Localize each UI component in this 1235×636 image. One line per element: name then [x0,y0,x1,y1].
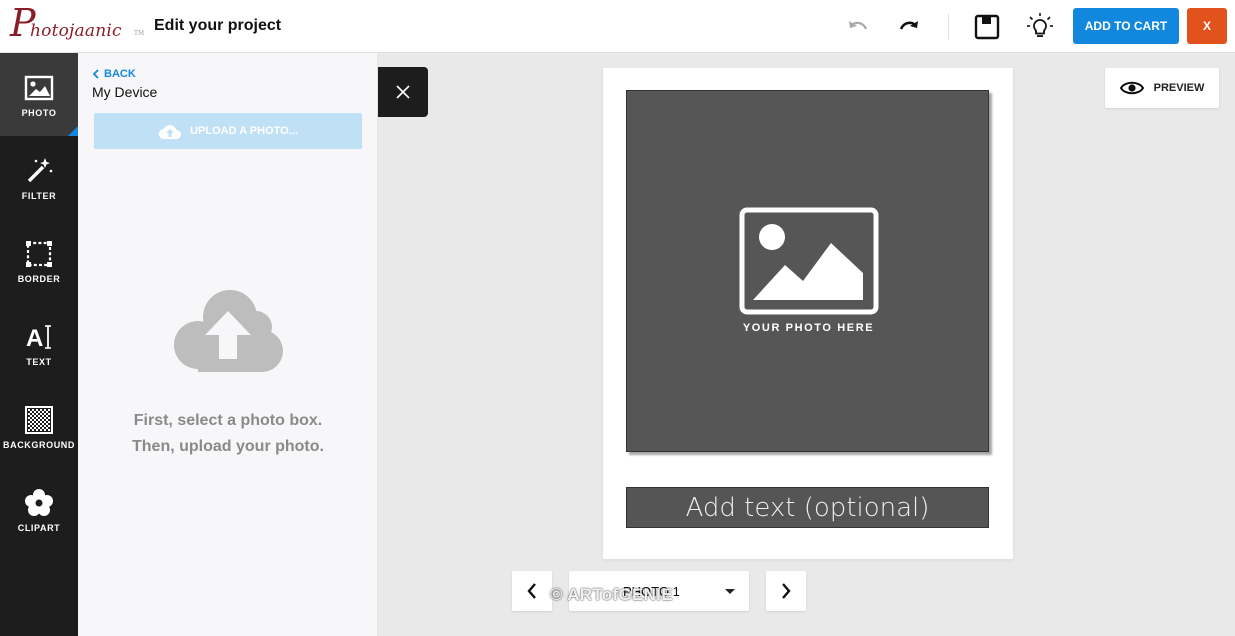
preview-button[interactable]: PREVIEW [1105,68,1219,108]
upload-photo-button[interactable]: UPLOAD A PHOTO... [94,113,362,149]
prev-page-button[interactable] [512,571,552,611]
rail-item-text[interactable]: A TEXT [0,302,78,385]
toolbar-divider [948,14,949,40]
tool-rail: PHOTO FILTER BORDER A TEXT BACKGROUND CL… [0,53,78,636]
flower-icon [22,487,56,519]
next-page-button[interactable] [766,571,806,611]
back-label: BACK [104,68,136,80]
image-placeholder-icon [739,207,879,315]
rail-label-border: BORDER [17,273,61,284]
chevron-left-icon [527,583,536,599]
text-placeholder: Add text (optional) [685,492,930,523]
rail-item-background[interactable]: BACKGROUND [0,385,78,468]
cloud-upload-icon [158,125,182,140]
save-icon[interactable] [972,12,1002,42]
chevron-right-icon [782,583,791,599]
photo-placeholder-label: YOUR PHOTO HERE [742,322,875,334]
back-link[interactable]: BACK [92,68,136,80]
logo-text: hotojaanic [30,21,122,41]
upload-label: UPLOAD A PHOTO... [190,125,298,137]
rail-label-clipart: CLIPART [17,522,61,533]
background-icon [22,404,56,436]
lightbulb-icon[interactable] [1025,12,1055,42]
eye-icon [1119,81,1144,95]
rail-item-border[interactable]: BORDER [0,219,78,302]
rail-label-background: BACKGROUND [3,439,75,450]
rail-label-filter: FILTER [21,190,57,201]
magic-wand-icon [22,155,56,187]
add-to-cart-button[interactable]: ADD TO CART [1073,8,1179,44]
panel-title: My Device [92,84,158,100]
photo-panel: BACK My Device UPLOAD A PHOTO... First, … [78,53,378,636]
text-box[interactable]: Add text (optional) [626,487,989,528]
undo-icon[interactable] [843,12,873,42]
photo-box[interactable]: YOUR PHOTO HERE [626,90,989,452]
collapse-panel-button[interactable] [378,67,428,117]
top-bar: P hotojaanic TM Edit your project ADD TO… [0,0,1235,53]
svg-text:A: A [26,325,43,352]
chevron-left-icon [92,69,99,79]
print-card: YOUR PHOTO HERE Add text (optional) [603,68,1013,559]
text-icon: A [22,321,56,353]
chevron-down-icon [725,589,735,594]
rail-item-filter[interactable]: FILTER [0,136,78,219]
redo-icon[interactable] [894,12,924,42]
rail-label-text: TEXT [26,356,52,367]
rail-item-clipart[interactable]: CLIPART [0,468,78,551]
preview-label: PREVIEW [1153,82,1205,94]
photo-icon [22,72,56,104]
cloud-upload-icon [174,290,283,372]
border-icon [22,238,56,270]
active-indicator [68,126,78,136]
instruction-line-2: Then, upload your photo. [132,438,324,455]
close-editor-button[interactable]: X [1187,8,1227,44]
close-icon [396,85,410,99]
rail-item-photo[interactable]: PHOTO [0,53,78,136]
watermark: © ARTofGENIE [550,585,673,604]
instruction-line-1: First, select a photo box. [133,412,323,429]
page-title: Edit your project [154,17,282,34]
rail-label-photo: PHOTO [21,107,57,118]
logo-trademark: TM [134,30,145,37]
photojaanic-logo[interactable]: P hotojaanic TM [10,2,144,46]
